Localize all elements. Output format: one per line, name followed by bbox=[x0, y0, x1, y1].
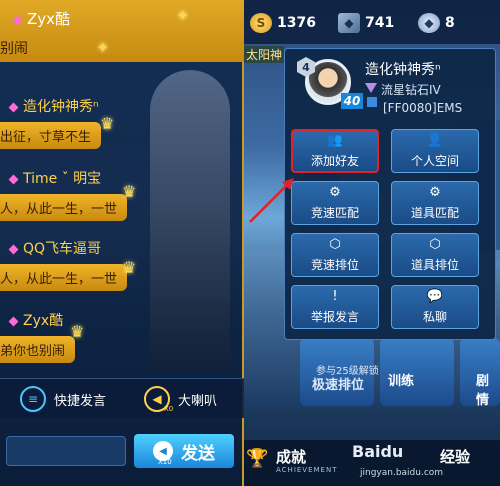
achievement-button[interactable]: 成就 bbox=[276, 446, 306, 467]
vip-icon bbox=[12, 15, 23, 26]
chat-text: 出征，寸草不生 bbox=[0, 122, 102, 149]
horn-count-small: X0 bbox=[164, 405, 174, 413]
crown-icon: ♛ bbox=[100, 114, 115, 133]
quick-speech-button[interactable]: ≡ 快捷发言 bbox=[20, 385, 106, 413]
coin-icon: S bbox=[250, 13, 272, 33]
chat-message-first: Zyx酷 别闹 ✦ ✦ bbox=[0, 0, 244, 62]
add-friend-button[interactable]: 👥 添加好友 bbox=[291, 129, 379, 173]
private-chat-button[interactable]: 💬 私聊 bbox=[391, 285, 479, 329]
chat-sender[interactable]: Zyx酷 bbox=[12, 8, 70, 29]
card-counter[interactable]: ◆ 741 bbox=[338, 12, 394, 34]
speed-rank-icon: ⬡ bbox=[329, 237, 341, 252]
chat-toolbar: ≡ 快捷发言 ◀ 大喇叭 X0 bbox=[0, 378, 244, 418]
experience-label: 经验 bbox=[440, 448, 471, 466]
chat-panel: Zyx酷 别闹 ✦ ✦ 造化钟神秀ⁿ 出征，寸草不生 ♛ Time ˇ 明宝 人… bbox=[0, 0, 244, 486]
vip-icon bbox=[8, 316, 19, 327]
gender-icon bbox=[367, 97, 377, 107]
chat-text: 别闹 bbox=[0, 41, 28, 57]
chat-input-row: ◀ 发送 X10 bbox=[0, 430, 244, 474]
chat-message: QQ飞车逼哥 人，从此一生，一世 ♛ bbox=[0, 238, 136, 291]
chat-message: 造化钟神秀ⁿ 出征，寸草不生 ♛ bbox=[0, 96, 114, 149]
chat-sender[interactable]: 造化钟神秀ⁿ bbox=[0, 96, 101, 116]
private-chat-icon: 💬 bbox=[426, 289, 444, 304]
currency-bar: S 1376 ◆ 741 ◆ 8 bbox=[240, 0, 500, 44]
horn-button[interactable]: ◀ 大喇叭 bbox=[144, 385, 217, 413]
horn-count: X10 bbox=[158, 458, 172, 466]
person-icon: 👤 bbox=[426, 133, 444, 148]
trophy-icon: 🏆 bbox=[246, 448, 269, 469]
vip-icon bbox=[8, 244, 19, 255]
report-button[interactable]: ! 举报发言 bbox=[291, 285, 379, 329]
crown-icon: ♛ bbox=[122, 258, 137, 277]
gem-value: 8 bbox=[445, 15, 455, 31]
coin-value: 1376 bbox=[277, 15, 316, 31]
achievement-subtitle: ACHIEVEMENT bbox=[276, 466, 338, 474]
chat-message: Time ˇ 明宝 人，从此一生，一世 ♛ bbox=[0, 168, 136, 221]
chat-sender[interactable]: Zyx酷 bbox=[0, 310, 75, 330]
watermark-logo: Baidu bbox=[352, 442, 404, 461]
chat-text: 人，从此一生，一世 bbox=[0, 194, 128, 221]
speed-match-button[interactable]: ⚙ 竞速匹配 bbox=[291, 181, 379, 225]
speech-bubble-icon: ≡ bbox=[20, 386, 46, 412]
player-profile-popup: 4 40 造化钟神秀ⁿ 流星钻石IV [FF0080]EMS 👥 添加好友 👤 … bbox=[284, 48, 496, 340]
item-match-icon: ⚙ bbox=[429, 185, 441, 200]
player-tag: [FF0080]EMS bbox=[383, 101, 463, 115]
item-match-button[interactable]: ⚙ 道具匹配 bbox=[391, 181, 479, 225]
chat-sender[interactable]: QQ飞车逼哥 bbox=[0, 238, 127, 258]
map-label: 太阳神 bbox=[244, 46, 285, 63]
card-value: 741 bbox=[365, 15, 395, 31]
coin-counter[interactable]: S 1376 bbox=[250, 12, 316, 34]
personal-space-button[interactable]: 👤 个人空间 bbox=[391, 129, 479, 173]
training-mode-label: 训练 bbox=[388, 374, 415, 389]
chat-text: 弟你也别闹 bbox=[0, 336, 76, 363]
watermark-url: jingyan.baidu.com bbox=[360, 468, 444, 478]
chat-input[interactable] bbox=[6, 436, 126, 466]
card-icon: ◆ bbox=[338, 13, 360, 33]
chat-sender[interactable]: Time ˇ 明宝 bbox=[0, 168, 127, 188]
player-rank: 流星钻石IV bbox=[381, 83, 441, 97]
character-figure bbox=[150, 70, 230, 370]
speed-match-icon: ⚙ bbox=[329, 185, 341, 200]
story-mode-label: 剧情 bbox=[476, 374, 490, 408]
report-icon: ! bbox=[332, 289, 338, 304]
sparkle-icon: ✦ bbox=[176, 6, 190, 25]
player-level: 40 bbox=[341, 93, 363, 109]
crown-icon: ♛ bbox=[122, 182, 137, 201]
item-rank-icon: ⬡ bbox=[429, 237, 441, 252]
add-friend-icon: 👥 bbox=[326, 133, 344, 148]
vip-icon bbox=[8, 174, 19, 185]
crown-icon: ♛ bbox=[70, 322, 85, 341]
chat-message: Zyx酷 弟你也别闹 ♛ bbox=[0, 310, 84, 363]
sparkle-icon: ✦ bbox=[96, 38, 110, 57]
item-rank-button[interactable]: ⬡ 道具排位 bbox=[391, 233, 479, 277]
speed-rank-button[interactable]: ⬡ 竞速排位 bbox=[291, 233, 379, 277]
gem-counter[interactable]: ◆ 8 bbox=[418, 12, 455, 34]
vip-icon bbox=[8, 102, 19, 113]
diamond-icon: ◆ bbox=[418, 13, 440, 33]
rank-icon bbox=[365, 83, 377, 93]
send-button[interactable]: ◀ 发送 bbox=[134, 434, 234, 468]
rank-mode-label: 极速排位 bbox=[312, 378, 365, 393]
chat-text: 人，从此一生，一世 bbox=[0, 264, 128, 291]
player-name: 造化钟神秀ⁿ bbox=[365, 62, 441, 78]
